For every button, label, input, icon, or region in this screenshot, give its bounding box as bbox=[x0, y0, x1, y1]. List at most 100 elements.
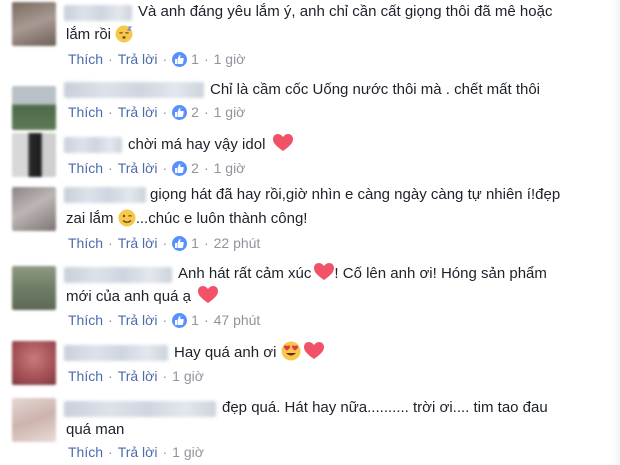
scroll-edge bbox=[610, 0, 620, 465]
reply-link[interactable]: Trả lời bbox=[118, 51, 158, 67]
avatar[interactable] bbox=[12, 86, 56, 130]
separator: · bbox=[162, 235, 168, 251]
author-name[interactable] bbox=[64, 5, 132, 21]
timestamp[interactable]: 1 giờ bbox=[214, 160, 246, 176]
reply-link[interactable]: Trả lời bbox=[118, 160, 158, 176]
comment-actions: Thích · Trả lời · 2 · 1 giờ bbox=[68, 102, 245, 122]
avatar[interactable] bbox=[12, 187, 56, 231]
avatar[interactable] bbox=[12, 2, 56, 46]
like-link[interactable]: Thích bbox=[68, 235, 103, 251]
like-count[interactable]: 1 bbox=[191, 51, 199, 67]
separator: · bbox=[162, 312, 168, 328]
comment-text-line: ! Cố lên anh ơi! Hóng sản phẩm bbox=[334, 265, 547, 282]
comment-text-line: Hay quá anh ơi bbox=[174, 344, 277, 361]
comment-text-line: chời má hay vậy idol bbox=[128, 136, 266, 153]
reply-link[interactable]: Trả lời bbox=[118, 368, 158, 384]
comment-text-line: quá man bbox=[66, 421, 125, 438]
like-link[interactable]: Thích bbox=[68, 444, 103, 460]
heart-eyes-icon bbox=[281, 341, 301, 368]
separator: · bbox=[108, 160, 113, 176]
separator: · bbox=[108, 368, 113, 384]
comment-text: Và anh đáng yêu lắm ý, anh chỉ cần cất g… bbox=[138, 0, 552, 23]
comment-text: zai lắm ...chúc e luôn thành công! bbox=[66, 207, 307, 234]
author-name[interactable] bbox=[64, 345, 168, 361]
comment-text-line: giọng hát đã hay rồi,giờ nhìn e càng ngà… bbox=[150, 186, 561, 203]
comment-text-line: mới của anh quá ạ bbox=[66, 288, 191, 305]
like-link[interactable]: Thích bbox=[68, 104, 103, 120]
author-name[interactable] bbox=[64, 137, 122, 153]
separator: · bbox=[108, 104, 113, 120]
reply-link[interactable]: Trả lời bbox=[118, 104, 158, 120]
author-name[interactable] bbox=[64, 267, 172, 283]
comment-actions: Thích · Trả lời · 1 giờ bbox=[68, 366, 204, 386]
comment-text: giọng hát đã hay rồi,giờ nhìn e càng ngà… bbox=[150, 183, 560, 206]
separator: · bbox=[203, 235, 209, 251]
comment-text: Hay quá anh ơi bbox=[174, 341, 324, 368]
like-count[interactable]: 2 bbox=[191, 160, 199, 176]
separator: · bbox=[108, 312, 113, 328]
comment-text-line: đẹp quá. Hát hay nữa.......... trời ơi..… bbox=[222, 399, 548, 416]
thumbs-up-icon[interactable] bbox=[172, 235, 188, 251]
separator: · bbox=[162, 104, 168, 120]
comment-text: Chỉ là cầm cốc Uống nước thôi mà . chết … bbox=[210, 78, 540, 101]
separator: · bbox=[203, 104, 209, 120]
comment-text: lắm rồi bbox=[66, 23, 133, 50]
like-link[interactable]: Thích bbox=[68, 51, 103, 67]
comment-text-line: zai lắm bbox=[66, 210, 114, 227]
comment-actions: Thích · Trả lời · 2 · 1 giờ bbox=[68, 158, 245, 178]
reply-link[interactable]: Trả lời bbox=[118, 235, 158, 251]
like-count[interactable]: 2 bbox=[191, 104, 199, 120]
comment-actions: Thích · Trả lời · 1 giờ bbox=[68, 442, 204, 462]
timestamp[interactable]: 47 phút bbox=[214, 312, 261, 328]
comment-text: quá man bbox=[66, 418, 124, 441]
separator: · bbox=[203, 51, 209, 67]
comment-text: Anh hát rất cảm xúc ! Cố lên anh ơi! Hón… bbox=[178, 262, 547, 288]
heart-icon bbox=[272, 134, 293, 159]
comment-actions: Thích · Trả lời · 1 · 47 phút bbox=[68, 310, 260, 330]
separator: · bbox=[203, 160, 209, 176]
author-name[interactable] bbox=[64, 401, 216, 417]
separator: · bbox=[203, 312, 209, 328]
comment-actions: Thích · Trả lời · 1 · 1 giờ bbox=[68, 49, 245, 69]
comment-text-line: ...chúc e luôn thành công! bbox=[135, 210, 308, 227]
comment-text: đẹp quá. Hát hay nữa.......... trời ơi..… bbox=[222, 396, 548, 419]
timestamp[interactable]: 1 giờ bbox=[172, 444, 204, 460]
avatar[interactable] bbox=[12, 266, 56, 310]
timestamp[interactable]: 1 giờ bbox=[214, 104, 246, 120]
timestamp[interactable]: 22 phút bbox=[214, 235, 261, 251]
sleepy-face-icon bbox=[115, 25, 133, 50]
timestamp[interactable]: 1 giờ bbox=[214, 51, 246, 67]
separator: · bbox=[108, 444, 113, 460]
thumbs-up-icon[interactable] bbox=[172, 104, 188, 120]
separator: · bbox=[162, 444, 168, 460]
avatar[interactable] bbox=[12, 341, 56, 385]
like-link[interactable]: Thích bbox=[68, 160, 103, 176]
like-count[interactable]: 1 bbox=[191, 312, 199, 328]
comment-text-line: Và anh đáng yêu lắm ý, anh chỉ cần cất g… bbox=[138, 3, 553, 20]
reply-link[interactable]: Trả lời bbox=[118, 444, 158, 460]
separator: · bbox=[162, 160, 168, 176]
heart-icon bbox=[198, 286, 219, 311]
avatar[interactable] bbox=[12, 398, 56, 442]
separator: · bbox=[108, 51, 113, 67]
author-name[interactable] bbox=[64, 187, 146, 203]
separator: · bbox=[162, 51, 168, 67]
separator: · bbox=[162, 368, 168, 384]
like-count[interactable]: 1 bbox=[191, 235, 199, 251]
thumbs-up-icon[interactable] bbox=[172, 160, 188, 176]
thumbs-up-icon[interactable] bbox=[172, 312, 188, 328]
comment-text-line: lắm rồi bbox=[66, 26, 112, 43]
like-link[interactable]: Thích bbox=[68, 312, 103, 328]
comment-text: mới của anh quá ạ bbox=[66, 285, 219, 311]
comment-text: chời má hay vậy idol bbox=[128, 133, 293, 159]
comment-actions: Thích · Trả lời · 1 · 22 phút bbox=[68, 233, 260, 253]
thumbs-up-icon[interactable] bbox=[172, 51, 188, 67]
like-link[interactable]: Thích bbox=[68, 368, 103, 384]
reply-link[interactable]: Trả lời bbox=[118, 312, 158, 328]
winking-face-icon bbox=[118, 209, 136, 234]
separator: · bbox=[108, 235, 113, 251]
timestamp[interactable]: 1 giờ bbox=[172, 368, 204, 384]
avatar[interactable] bbox=[12, 133, 56, 177]
author-name[interactable] bbox=[64, 82, 204, 98]
comment-text-line: Anh hát rất cảm xúc bbox=[178, 265, 312, 282]
